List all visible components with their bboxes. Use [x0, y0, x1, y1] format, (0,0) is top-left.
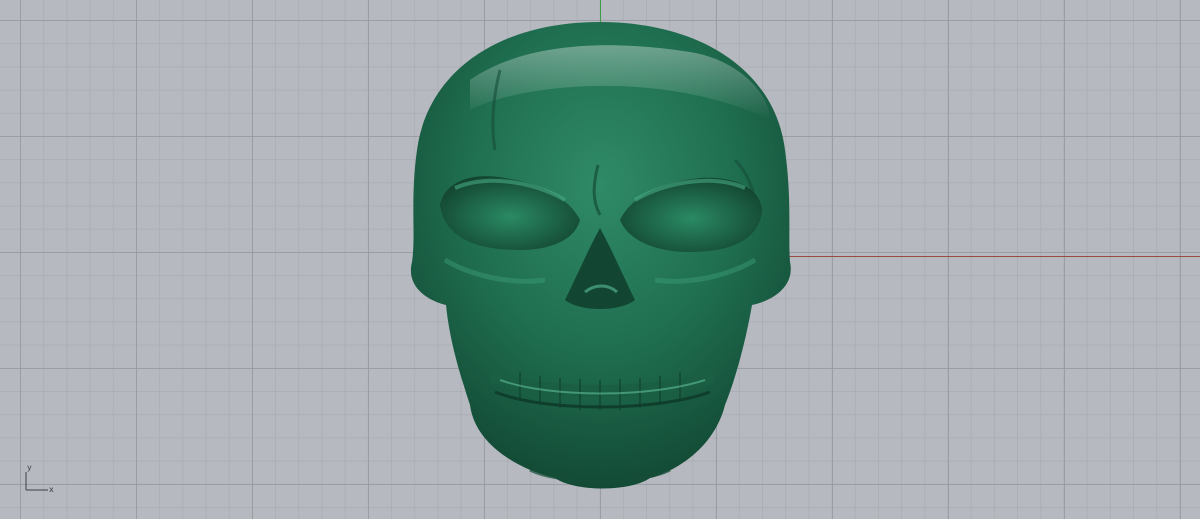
viewport-top[interactable]: y x — [0, 0, 1200, 519]
gizmo-y-label: y — [27, 463, 32, 472]
gizmo-x-label: x — [49, 485, 54, 494]
axis-gizmo: y x — [18, 462, 66, 498]
skull-model[interactable] — [0, 0, 1200, 519]
axis-gizmo-icon — [25, 472, 48, 491]
